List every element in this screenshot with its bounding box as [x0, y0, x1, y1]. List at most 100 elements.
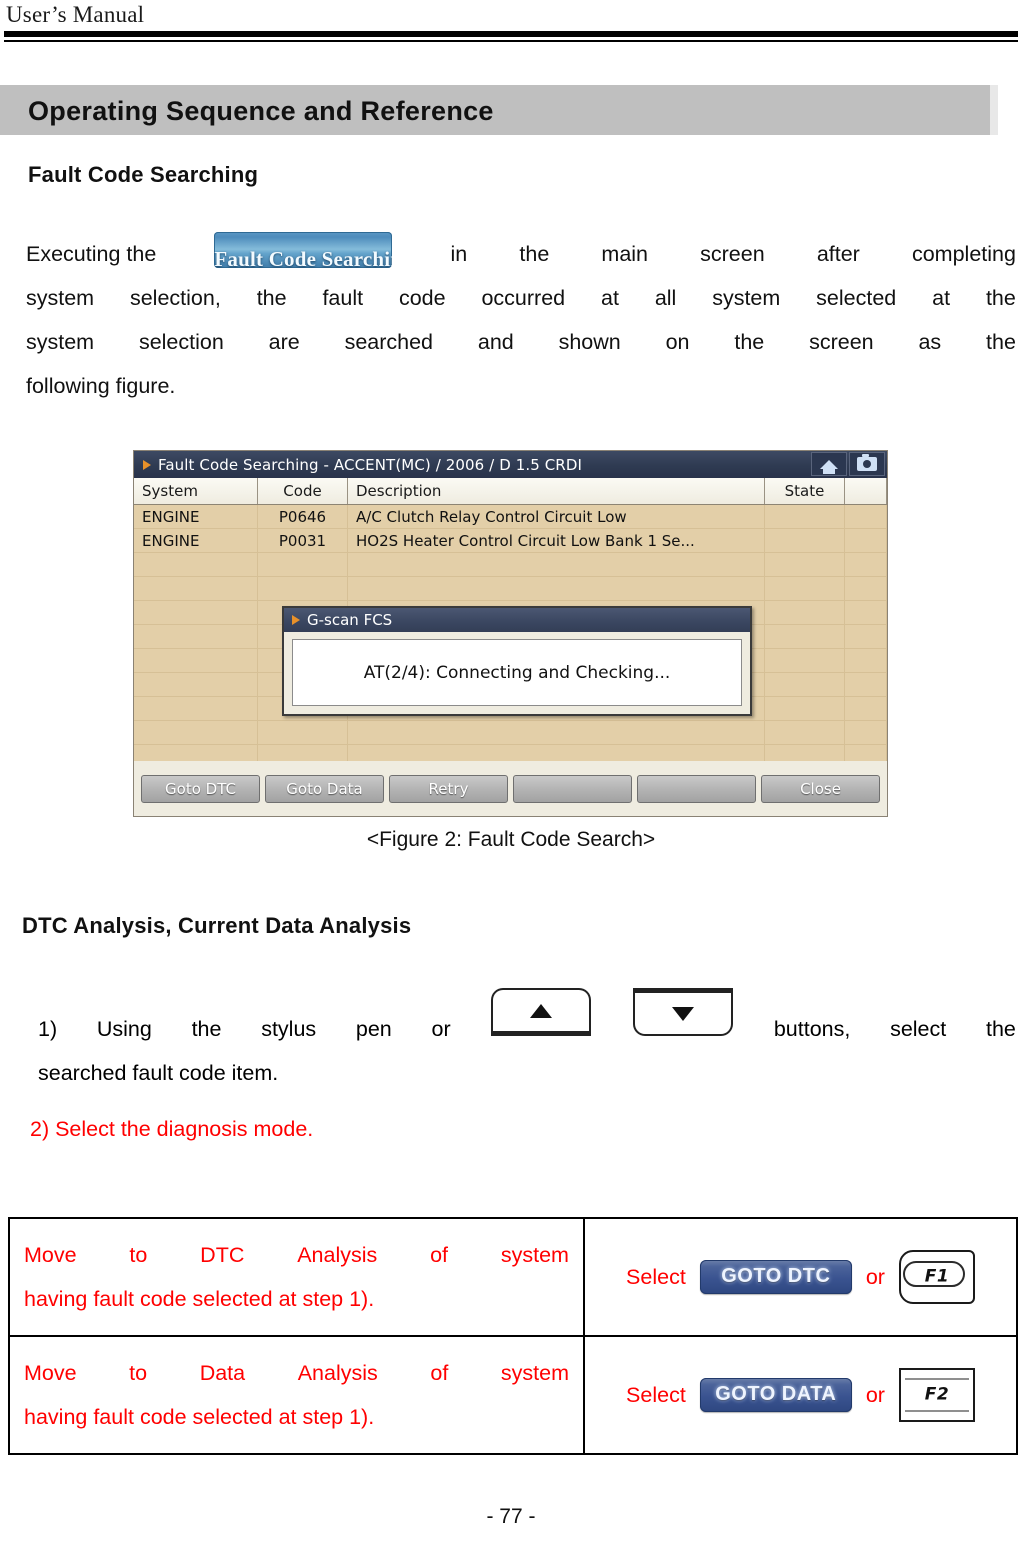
close-button[interactable]: Close [761, 774, 880, 803]
cell-state [765, 577, 845, 600]
dtc-desc-w1: to [129, 1243, 148, 1267]
f2-key-icon[interactable]: F2 [898, 1368, 975, 1422]
table-row[interactable]: ENGINE P0646 A/C Clutch Relay Control Ci… [134, 505, 887, 529]
header-rule-thick [4, 31, 1018, 37]
cell-system: ENGINE [134, 505, 258, 528]
goto-data-button-label: GOTO DATA [715, 1383, 837, 1405]
running-head: User’s Manual [6, 2, 145, 27]
cell-state [765, 625, 845, 648]
cell-description [348, 577, 765, 600]
cell-state [765, 697, 845, 720]
dtc-select-label: Select [626, 1264, 686, 1289]
empty-button-5[interactable] [637, 774, 756, 803]
dtc-or-label: or [865, 1264, 885, 1289]
dtc-desc-w4: of [430, 1243, 449, 1267]
intro3-w10: the [986, 330, 1016, 354]
screenshot-titlebar-icons [811, 452, 885, 476]
intro3-w3: searched [344, 330, 434, 354]
step1-w0: 1) [38, 1017, 58, 1041]
goto-dtc-button-image[interactable]: GOTO DTC [699, 1260, 852, 1294]
intro-w-after: after [816, 242, 860, 266]
intro-line-2: system selection, the fault code occurre… [26, 276, 1016, 320]
goto-data-button-image[interactable]: GOTO DATA [699, 1378, 852, 1412]
table-row[interactable]: ENGINE P0031 HO2S Heater Control Circuit… [134, 529, 887, 553]
dtc-analysis-description-cell: Move to DTC Analysis of system having fa… [8, 1217, 585, 1337]
table-row-empty[interactable] [134, 721, 887, 745]
f1-key-icon[interactable]: F1 [898, 1250, 975, 1304]
step1-w2: the [191, 1017, 222, 1041]
step1-line-2: searched fault code item. [38, 1061, 279, 1085]
cell-code [258, 721, 348, 744]
cell-system [134, 697, 258, 720]
dialog-titlebar: G-scan FCS [284, 608, 750, 632]
step1-w3: stylus [261, 1017, 317, 1041]
screenshot-title: Fault Code Searching - ACCENT(MC) / 2006… [158, 455, 583, 474]
table-row-empty[interactable] [134, 553, 887, 577]
intro3-w0: system [26, 330, 95, 354]
intro3-w7: the [734, 330, 765, 354]
step1-w5: or [431, 1017, 451, 1041]
cell-state [765, 721, 845, 744]
step1-line-1: 1) Using the stylus pen or buttons, sele… [38, 988, 1016, 1051]
down-arrow-key-icon[interactable] [633, 988, 734, 1036]
cell-extra [845, 721, 887, 744]
cell-system [134, 601, 258, 624]
dtc-desc-line-2: having fault code selected at step 1). [24, 1287, 375, 1311]
cell-state [765, 601, 845, 624]
step1-w7: select [890, 1017, 947, 1041]
dtc-analysis-action-cell: Select GOTO DTC or F1 [583, 1217, 1018, 1337]
intro-line-3: system selection are searched and shown … [26, 320, 1016, 364]
f2-key-label: F2 [924, 1384, 950, 1405]
cell-system [134, 673, 258, 696]
intro3-w2: are [268, 330, 300, 354]
data-action-row: Select GOTO DATA or F2 [593, 1353, 1008, 1437]
intro2-w10: at [932, 286, 951, 310]
figure-caption: <Figure 2: Fault Code Search> [366, 828, 656, 851]
cell-code: P0031 [258, 529, 348, 552]
progress-dialog: G-scan FCS AT(2/4): Connecting and Check… [282, 606, 752, 716]
column-header-code[interactable]: Code [258, 478, 348, 504]
intro3-w8: screen [809, 330, 874, 354]
cell-extra [845, 697, 887, 720]
goto-dtc-button-label: GOTO DTC [721, 1265, 831, 1287]
retry-button[interactable]: Retry [389, 774, 508, 803]
cell-state [765, 649, 845, 672]
intro-line-1: Executing the Fault Code Searching in th… [26, 232, 1016, 276]
cell-description [348, 553, 765, 576]
fault-code-searching-button-label: Fault Code Searching [214, 247, 392, 268]
goto-dtc-button[interactable]: Goto DTC [141, 774, 260, 803]
intro2-w2: the [256, 286, 287, 310]
fault-code-searching-button-image[interactable]: Fault Code Searching [214, 232, 393, 268]
up-arrow-key-icon[interactable] [491, 988, 592, 1036]
dialog-body: AT(2/4): Connecting and Checking... [292, 639, 742, 706]
page-number: - 77 - [486, 1505, 536, 1528]
cell-state [765, 553, 845, 576]
intro2-w3: fault [322, 286, 364, 310]
intro2-w1: selection, [129, 286, 221, 310]
column-header-description[interactable]: Description [348, 478, 765, 504]
step1-w4: pen [355, 1017, 392, 1041]
step-2-text: 2) Select the diagnosis mode. [30, 1117, 314, 1141]
cell-extra [845, 625, 887, 648]
intro-w-completing: completing [911, 242, 1016, 266]
table-row: Move to Data Analysis of system having f… [8, 1335, 1018, 1455]
f1-key-label: F1 [924, 1266, 950, 1287]
screenshot-capture-button[interactable] [849, 452, 885, 476]
cell-description: A/C Clutch Relay Control Circuit Low [348, 505, 765, 528]
cell-system [134, 577, 258, 600]
cell-system [134, 553, 258, 576]
fault-code-searching-heading: Fault Code Searching [28, 162, 259, 187]
table-row-empty[interactable] [134, 577, 887, 601]
column-header-system[interactable]: System [134, 478, 258, 504]
intro-line1-prefix: Executing the [26, 242, 157, 266]
column-header-extra[interactable] [845, 478, 887, 504]
cell-state [765, 673, 845, 696]
home-button[interactable] [811, 452, 847, 476]
cell-extra [845, 529, 887, 552]
column-header-state[interactable]: State [765, 478, 845, 504]
empty-button-4[interactable] [513, 774, 632, 803]
intro2-w7: all [654, 286, 677, 310]
goto-data-button[interactable]: Goto Data [265, 774, 384, 803]
triangle-right-icon [292, 615, 300, 625]
step1-w1: Using [96, 1017, 152, 1041]
